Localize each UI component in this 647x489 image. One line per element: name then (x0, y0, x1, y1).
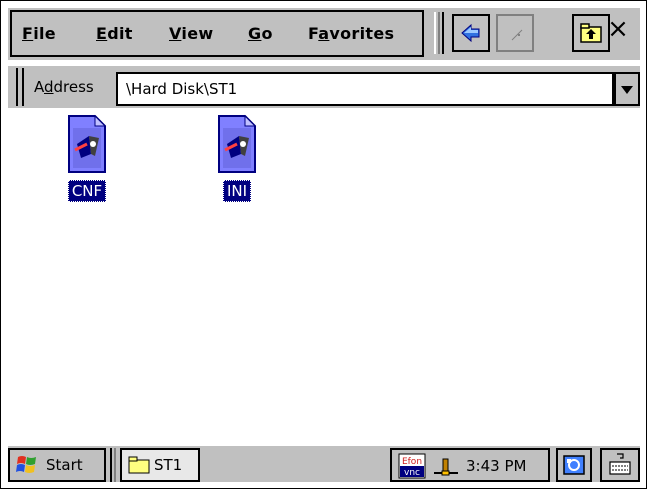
input-panel-button[interactable] (600, 448, 640, 482)
vnc-bottom-text: vnc (404, 468, 420, 478)
views-button[interactable] (496, 14, 534, 52)
address-grip[interactable] (16, 68, 24, 106)
desktop-icon (563, 455, 585, 475)
back-arrow-icon (461, 23, 480, 43)
address-value: \Hard Disk\ST1 (126, 80, 238, 98)
menu-bar: File Edit View Go Favorites (10, 10, 424, 57)
system-tray: Efon vnc 3:43 PM (390, 448, 550, 482)
taskbar-item-label: ST1 (154, 456, 183, 474)
vnc-top-text: Efon (402, 457, 422, 467)
file-name: CNF (67, 180, 107, 202)
start-label: Start (46, 456, 83, 474)
file-item-cnf[interactable]: CNF (42, 114, 132, 202)
file-item-ini[interactable]: INI (192, 114, 282, 202)
back-button[interactable] (452, 14, 490, 52)
address-input[interactable]: \Hard Disk\ST1 (116, 72, 614, 106)
up-folder-icon (580, 23, 602, 43)
network-icon[interactable] (432, 455, 460, 479)
command-bar: File Edit View Go Favorites × (8, 8, 640, 60)
file-name: INI (222, 180, 252, 202)
menu-favorites[interactable]: Favorites (308, 24, 394, 43)
windows-flag-icon (16, 456, 36, 473)
menu-go[interactable]: Go (248, 24, 273, 43)
keyboard-icon (609, 453, 631, 475)
close-button[interactable]: × (604, 14, 632, 44)
config-file-icon (68, 114, 107, 173)
file-list-view[interactable]: CNF INI (8, 110, 640, 443)
config-file-icon (218, 114, 257, 173)
folder-icon (128, 456, 150, 474)
address-dropdown-button[interactable] (614, 72, 640, 106)
taskbar-grip (110, 448, 116, 482)
menu-edit[interactable]: Edit (96, 24, 133, 43)
address-label: Address (34, 78, 94, 96)
views-icon (511, 29, 523, 41)
start-button[interactable]: Start (8, 448, 106, 482)
clock[interactable]: 3:43 PM (466, 457, 526, 475)
taskbar-item-st1[interactable]: ST1 (120, 448, 200, 482)
menu-file[interactable]: File (22, 24, 56, 43)
menu-view[interactable]: View (169, 24, 213, 43)
toolbar-grip[interactable] (434, 12, 444, 54)
desktop-button[interactable] (556, 448, 592, 482)
vnc-icon[interactable]: Efon vnc (398, 453, 426, 479)
